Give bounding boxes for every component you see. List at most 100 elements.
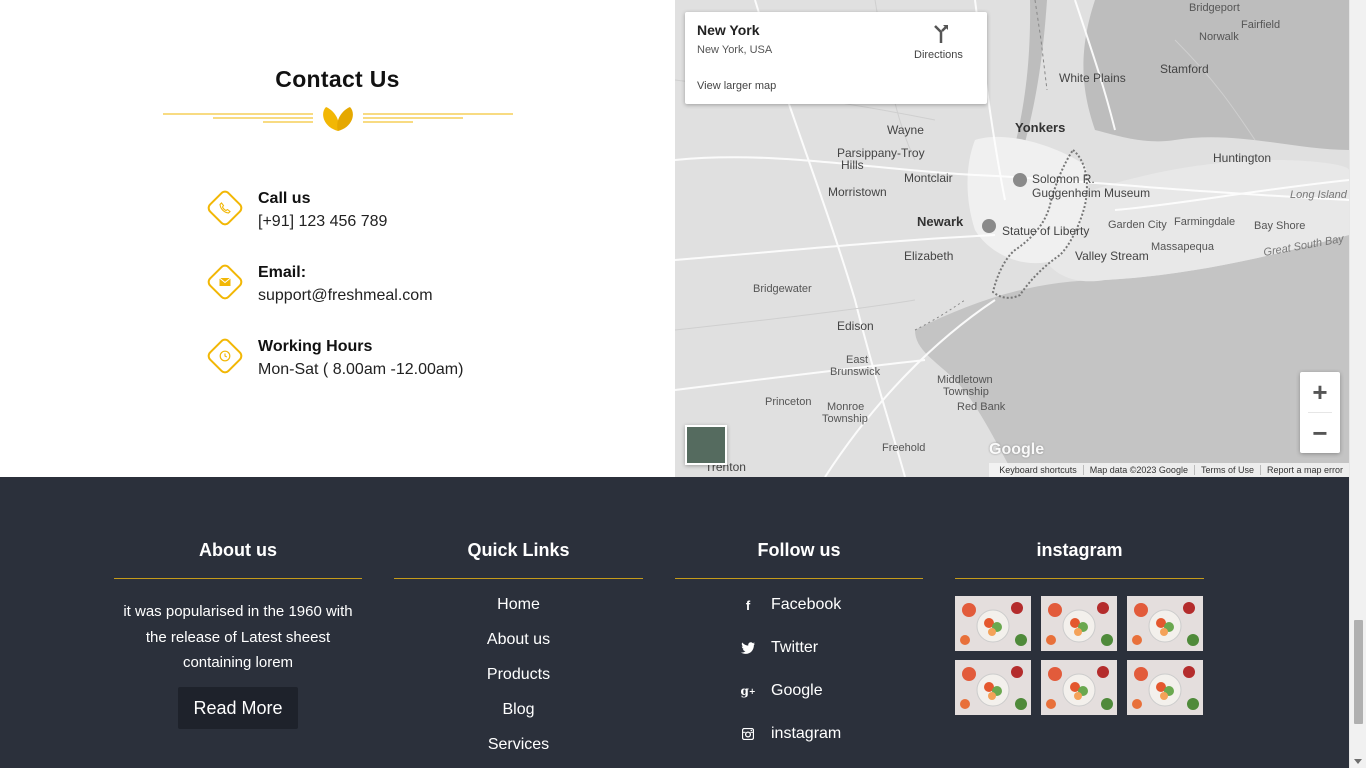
map-zoom-controls: + − [1300, 372, 1340, 453]
map-label: Hills [841, 158, 864, 172]
map-label: Middletown [937, 374, 993, 386]
map-label: Statue of Liberty [1002, 224, 1090, 238]
map-label: Wayne [887, 123, 924, 137]
footer-follow: Follow us f Facebook Twitter g + Google i… [675, 477, 923, 768]
social-link-instagram[interactable]: instagram [741, 724, 841, 744]
map-info-card: New York New York, USA View larger map D… [685, 12, 987, 104]
scrollbar-thumb[interactable] [1354, 620, 1363, 724]
map-label: Morristown [828, 185, 887, 199]
map-label: Farmingdale [1174, 216, 1236, 228]
view-larger-map-link[interactable]: View larger map [697, 80, 776, 92]
social-label: Facebook [771, 596, 842, 613]
page-scrollbar[interactable] [1349, 0, 1366, 768]
map-label: Fairfield [1241, 19, 1281, 31]
footer-about-text: it was popularised in the 1960 with the … [123, 603, 353, 671]
map-label: Yonkers [1015, 120, 1066, 135]
map-label: Bridgewater [753, 283, 812, 295]
map-label: Valley Stream [1075, 249, 1149, 263]
contact-item-email: Email: support@freshmeal.com [205, 262, 627, 314]
map-data-label: Map data ©2023 Google [1082, 465, 1194, 475]
instagram-photo[interactable] [1041, 596, 1117, 651]
map-place-title: New York [697, 22, 760, 38]
footer-follow-title: Follow us [757, 540, 841, 560]
social-label: Twitter [771, 639, 819, 656]
map-label: East [846, 354, 869, 366]
footer-about: About us it was popularised in the 1960 … [114, 477, 362, 768]
instagram-photo[interactable] [1127, 660, 1203, 715]
contact-label: Working Hours [258, 338, 373, 355]
keyboard-shortcuts-link[interactable]: Keyboard shortcuts [993, 465, 1083, 475]
report-map-error-link[interactable]: Report a map error [1259, 465, 1349, 475]
directions-icon[interactable] [931, 24, 951, 44]
contact-label: Email: [258, 264, 307, 281]
envelope-icon [211, 268, 239, 296]
map-label: Massapequa [1151, 241, 1214, 253]
footer-link-home[interactable]: Home [394, 596, 643, 614]
satellite-layer-toggle[interactable] [685, 425, 727, 465]
social-link-facebook[interactable]: f Facebook [741, 595, 841, 615]
contact-value: Mon-Sat ( 8.00am -12.00am) [258, 361, 464, 378]
map-label: Garden City [1108, 219, 1167, 231]
footer-about-title: About us [199, 540, 277, 560]
facebook-icon: f [745, 597, 751, 613]
scroll-down-arrow-icon[interactable] [1354, 759, 1362, 764]
instagram-photo[interactable] [1127, 596, 1203, 651]
map-label: Norwalk [1199, 31, 1239, 43]
instagram-photo[interactable] [955, 660, 1031, 715]
map-label: Princeton [765, 396, 812, 408]
footer-link-products[interactable]: Products [394, 666, 643, 684]
directions-label[interactable]: Directions [914, 49, 963, 61]
map-label: Newark [917, 214, 964, 229]
footer-instagram-title: instagram [1036, 540, 1123, 560]
social-label: instagram [771, 725, 842, 742]
terms-of-use-link[interactable]: Terms of Use [1193, 465, 1260, 475]
social-link-google[interactable]: g + Google [740, 681, 823, 701]
contact-title: Contact Us [275, 66, 400, 92]
map-label: Stamford [1160, 62, 1209, 76]
social-link-twitter[interactable]: Twitter [741, 638, 818, 658]
footer-divider [675, 578, 923, 579]
clock-icon [211, 342, 239, 370]
map-label: Montclair [904, 171, 953, 185]
embedded-map[interactable]: Bridgeport Fairfield Norwalk Stamford Wh… [675, 0, 1349, 477]
site-footer: About us it was popularised in the 1960 … [0, 477, 1349, 768]
map-label: Township [822, 413, 868, 425]
footer-link-about[interactable]: About us [394, 631, 643, 649]
footer-link-services[interactable]: Services [394, 736, 643, 754]
zoom-out-button[interactable]: − [1300, 413, 1340, 453]
map-label: White Plains [1059, 71, 1126, 85]
footer-quick-links: Quick Links Home About us Products Blog … [394, 477, 643, 768]
map-label: Red Bank [957, 401, 1006, 413]
contact-section: Contact Us Call us [+91] 123 456 789 Ema… [0, 0, 675, 477]
footer-instagram: instagram [955, 477, 1204, 768]
footer-link-blog[interactable]: Blog [394, 701, 643, 719]
contact-value[interactable]: support@freshmeal.com [258, 287, 433, 305]
contact-item-phone: Call us [+91] 123 456 789 [205, 188, 627, 240]
map-label: Solomon R. [1032, 172, 1095, 186]
map-label: Long Island [1290, 189, 1347, 201]
instagram-photo[interactable] [1041, 660, 1117, 715]
footer-divider [955, 578, 1204, 579]
map-label: Bay Shore [1254, 220, 1306, 232]
map-attribution: Keyboard shortcuts Map data ©2023 Google… [989, 463, 1349, 477]
google-plus-icon: g + [740, 684, 756, 698]
map-label: Huntington [1213, 151, 1272, 165]
map-label: Bridgeport [1189, 2, 1240, 14]
contact-label: Call us [258, 190, 311, 207]
map-label: Monroe [827, 401, 865, 413]
map-label: Guggenheim Museum [1032, 186, 1151, 200]
map-label: Township [943, 386, 989, 398]
instagram-photo[interactable] [955, 596, 1031, 651]
read-more-button[interactable]: Read More [178, 687, 298, 729]
footer-divider [394, 578, 643, 579]
google-logo: Google [989, 441, 1045, 458]
social-label: Google [771, 682, 823, 699]
map-label: Edison [837, 319, 874, 333]
instagram-icon [741, 727, 755, 741]
map-place-subtitle: New York, USA [697, 44, 773, 56]
footer-quick-links-title: Quick Links [467, 540, 570, 560]
twitter-icon [741, 641, 755, 655]
map-label: Freehold [882, 442, 926, 454]
zoom-in-button[interactable]: + [1300, 372, 1340, 412]
footer-divider [114, 578, 362, 579]
